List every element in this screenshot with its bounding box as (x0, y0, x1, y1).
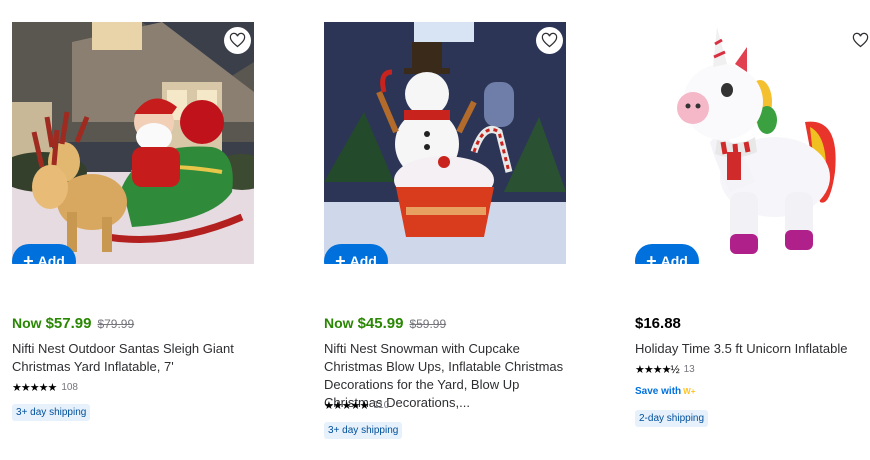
heart-icon (541, 32, 558, 48)
product-image[interactable]: + Add (12, 22, 254, 264)
price-now-label: Now (324, 315, 354, 331)
star-rating-icons: ★★★★★ (324, 400, 369, 412)
rating: ★★★★★ 110 (324, 399, 389, 412)
product-card-unicorn[interactable]: + Add $16.88 Holiday Time 3.5 ft Unicorn… (635, 22, 870, 427)
plus-icon: + (335, 251, 346, 264)
price-row: Now $57.99 $79.99 (12, 315, 134, 332)
current-price: $57.99 (45, 315, 92, 332)
product-title[interactable]: Holiday Time 3.5 ft Unicorn Inflatable (635, 340, 870, 358)
shipping-badge: 3+ day shipping (12, 404, 91, 421)
price-now-label: Now (12, 315, 42, 331)
add-to-cart-button[interactable]: + Add (635, 244, 699, 264)
unicorn-image (635, 22, 870, 264)
review-count: 110 (373, 400, 390, 411)
rating: ★★★★½ 13 (635, 363, 695, 376)
add-to-cart-button[interactable]: + Add (12, 244, 76, 264)
product-image[interactable]: + Add (635, 22, 870, 264)
add-button-label: Add (349, 253, 377, 264)
add-button-label: Add (660, 253, 688, 264)
product-title[interactable]: Nifti Nest Outdoor Santas Sleigh Giant C… (12, 340, 262, 376)
plus-icon: + (23, 251, 34, 264)
add-button-label: Add (37, 253, 65, 264)
shipping-badge: 3+ day shipping (324, 422, 403, 439)
plus-icon: + (646, 251, 657, 264)
was-price: $79.99 (97, 317, 135, 331)
review-count: 13 (683, 364, 695, 375)
heart-icon (229, 32, 246, 48)
product-card-snowman-cupcake[interactable]: + Add Now $45.99 $59.99 Nifti Nest Snowm… (324, 22, 574, 439)
walmart-plus-badge: W+ (683, 387, 696, 396)
product-card-santa-sleigh[interactable]: + Add Now $57.99 $79.99 Nifti Nest Outdo… (12, 22, 262, 421)
star-rating-icons: ★★★★★ (12, 382, 57, 394)
current-price: $16.88 (635, 315, 681, 332)
favorite-button[interactable] (847, 27, 870, 54)
shipping-badge: 2-day shipping (635, 410, 709, 427)
was-price: $59.99 (409, 317, 447, 331)
walmart-plus-save[interactable]: Save with W+ (635, 386, 695, 397)
santa-sleigh-image (12, 22, 254, 264)
product-image[interactable]: + Add (324, 22, 566, 264)
favorite-button[interactable] (536, 27, 563, 54)
save-with-label: Save with (635, 386, 682, 397)
price-row: $16.88 (635, 315, 681, 332)
current-price: $45.99 (357, 315, 404, 332)
favorite-button[interactable] (224, 27, 251, 54)
snowman-cupcake-image (324, 22, 566, 264)
heart-icon (852, 32, 869, 48)
rating: ★★★★★ 108 (12, 381, 78, 394)
add-to-cart-button[interactable]: + Add (324, 244, 388, 264)
price-row: Now $45.99 $59.99 (324, 315, 446, 332)
star-rating-icons: ★★★★½ (635, 364, 680, 376)
review-count: 108 (61, 382, 78, 393)
